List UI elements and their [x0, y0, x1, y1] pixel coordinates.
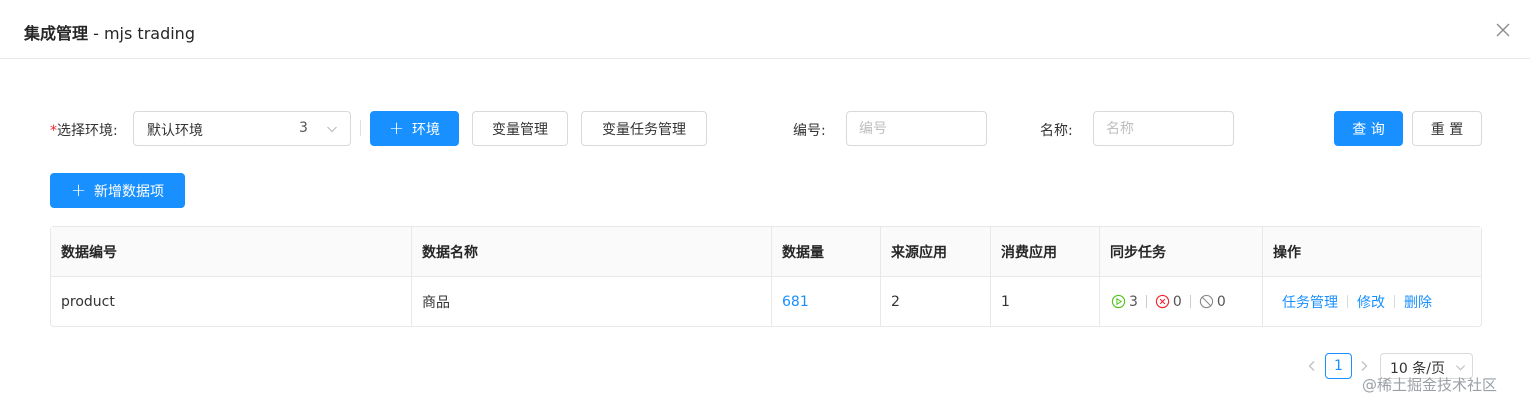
query-label: 查 询	[1352, 121, 1385, 138]
var-task-manage-label: 变量任务管理	[602, 121, 686, 138]
add-env-button[interactable]: + 环境	[370, 111, 459, 146]
col-header-code: 数据编号	[51, 227, 412, 276]
divider	[1145, 295, 1147, 308]
task-disabled: 0	[1199, 294, 1226, 310]
var-manage-label: 变量管理	[492, 121, 548, 138]
add-env-label: 环境	[412, 121, 441, 138]
task-running-count: 3	[1129, 293, 1138, 310]
env-count: 3	[299, 120, 308, 136]
modal-title: 集成管理 - mjs trading	[24, 20, 195, 44]
play-circle-icon	[1111, 294, 1126, 309]
code-input[interactable]	[846, 111, 987, 146]
cell-source-apps: 2	[881, 277, 991, 326]
divider	[1189, 295, 1191, 308]
close-circle-icon	[1155, 294, 1170, 309]
required-mark: *	[50, 123, 57, 139]
cell-sync-tasks: 3 0 0	[1100, 277, 1263, 326]
edit-link[interactable]: 修改	[1357, 292, 1385, 312]
cell-consumer-apps: 1	[991, 277, 1100, 326]
chevron-down-icon	[1455, 365, 1466, 371]
query-button[interactable]: 查 询	[1334, 111, 1403, 146]
next-page-icon[interactable]	[1357, 359, 1371, 373]
var-task-manage-button[interactable]: 变量任务管理	[581, 111, 707, 146]
add-data-item-label: 新增数据项	[94, 183, 165, 200]
divider	[360, 120, 361, 136]
col-header-actions: 操作	[1273, 244, 1301, 261]
task-manage-link[interactable]: 任务管理	[1282, 292, 1338, 312]
task-running: 3	[1111, 294, 1138, 310]
env-label: *选择环境:	[50, 120, 118, 140]
cell-actions: 任务管理 修改 删除	[1263, 277, 1481, 326]
count-link[interactable]: 681	[782, 294, 809, 310]
var-manage-button[interactable]: 变量管理	[472, 111, 568, 146]
plus-icon: +	[70, 179, 87, 201]
stop-icon	[1199, 294, 1213, 309]
add-data-item-button[interactable]: + 新增数据项	[50, 173, 185, 208]
delete-link[interactable]: 删除	[1404, 292, 1432, 312]
col-header-source-apps: 来源应用	[881, 227, 991, 276]
task-disabled-count: 0	[1216, 293, 1226, 310]
divider	[1347, 295, 1348, 308]
code-label: 编号:	[793, 123, 826, 139]
data-table: 数据编号 数据名称 数据量 来源应用 消费应用 同步任务 操作 product …	[50, 226, 1482, 327]
prev-page-icon[interactable]	[1305, 359, 1319, 373]
cell-count: 681	[772, 277, 881, 326]
cell-name: 商品	[412, 277, 772, 326]
col-header-sync-tasks: 同步任务	[1100, 227, 1263, 276]
env-label-text: 选择环境:	[57, 123, 118, 139]
task-failed-count: 0	[1172, 293, 1182, 310]
table-row: product 商品 681 2 1 3 0 0 任务管理 修改 删除	[51, 277, 1481, 326]
task-failed: 0	[1155, 294, 1182, 310]
divider	[1394, 295, 1395, 308]
col-header-count: 数据量	[772, 227, 881, 276]
col-header-consumer-apps: 消费应用	[991, 227, 1100, 276]
plus-icon: +	[388, 117, 405, 139]
watermark: @稀土掘金技术社区	[1362, 376, 1498, 394]
page-1-button[interactable]: 1	[1325, 353, 1352, 379]
name-label: 名称:	[1040, 123, 1073, 139]
reset-label: 重 置	[1430, 121, 1464, 138]
close-icon[interactable]	[1494, 21, 1512, 39]
modal-title-strong: 集成管理	[24, 24, 89, 43]
env-select[interactable]: 默认环境 3	[133, 111, 351, 146]
chevron-down-icon	[327, 126, 337, 133]
reset-button[interactable]: 重 置	[1412, 111, 1482, 146]
table-header: 数据编号 数据名称 数据量 来源应用 消费应用 同步任务 操作	[51, 227, 1481, 277]
col-header-name: 数据名称	[412, 227, 772, 276]
cell-code: product	[51, 277, 412, 326]
env-select-value: 默认环境	[147, 123, 203, 139]
modal-title-rest: - mjs trading	[88, 24, 195, 43]
modal-header: 集成管理 - mjs trading	[0, 0, 1530, 59]
name-input[interactable]	[1093, 111, 1234, 146]
